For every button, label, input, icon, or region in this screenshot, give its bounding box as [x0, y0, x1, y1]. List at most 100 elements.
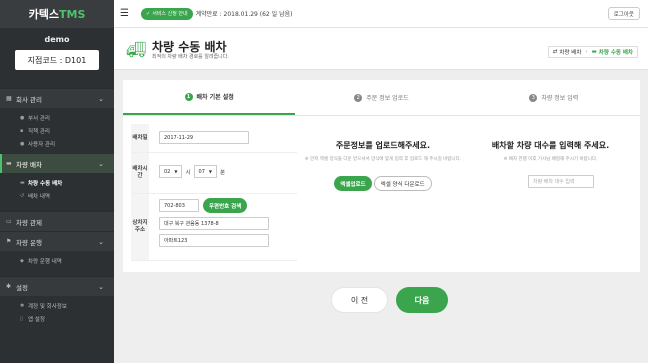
id-card-icon: ▪	[20, 127, 24, 134]
sidebar-item-positions[interactable]: ▪ 직책 관리	[0, 124, 114, 137]
sidebar-item-label: 직책 관리	[28, 128, 50, 135]
page-subtitle: 최적의 차량 배차 경로를 알려줍니다.	[152, 54, 229, 60]
chevron-down-icon: ⌄	[98, 237, 104, 246]
sidebar-item-label: 차량 운행 내역	[28, 258, 62, 265]
logout-button[interactable]: 로그아웃	[607, 7, 640, 20]
top-bar: ☰ ✓ 서비스 신청 안내 계약만료 : 2018.01.29 (62 일 남음…	[114, 0, 648, 28]
date-label: 배차일	[131, 124, 149, 152]
people-icon: ●	[20, 114, 25, 121]
sidebar-section-label: 설정	[16, 283, 28, 292]
user-icon: ●	[20, 140, 25, 147]
sidebar-submenu-dispatch: ▬ 차량 수동 배차 ↺ 배차 내역	[0, 173, 114, 205]
vehicle-note: ※ 배차 진행 이후 기사님 배정해 주시기 바랍니다.	[503, 157, 598, 162]
hour-unit: 시	[185, 169, 191, 176]
sidebar-item-label: 부서 관리	[28, 115, 50, 122]
sidebar-item-app-settings[interactable]: ▯ 앱 설정	[0, 312, 114, 325]
sidebar-item-label: 앱 설정	[28, 316, 45, 323]
minute-select[interactable]: 07 ▼	[193, 165, 217, 178]
sidebar-submenu-settings: ✱ 계정 및 회사정보 ▯ 앱 설정	[0, 296, 114, 328]
gear-icon: ✱	[20, 302, 25, 309]
vehicle-count-input[interactable]: 차량 배차 대수 입력	[528, 175, 594, 188]
user-name: demo	[44, 35, 70, 44]
sidebar-section-settings[interactable]: ✱ 설정 ⌄	[0, 276, 114, 296]
excel-template-download-button[interactable]: 엑셀 양식 다운로드	[373, 176, 432, 191]
address-line1-input[interactable]: 대구 북구 관음동 1378-8	[159, 217, 269, 230]
truck-icon: ▬	[6, 160, 12, 167]
sidebar-item-departments[interactable]: ● 부서 관리	[0, 111, 114, 124]
excel-upload-button[interactable]: 엑셀업로드	[334, 176, 372, 191]
step-tabs: 1 배차 기본 설정 2 주문 정보 업로드 3 차량 정보 입력	[123, 80, 640, 116]
service-badge-label: 서비스 신청 안내	[152, 11, 188, 17]
step-number: 1	[184, 92, 193, 101]
breadcrumb: ⇄ 차량 배차 › ▬ 차량 수동 배차	[547, 46, 638, 58]
truck-icon: ▬	[20, 179, 25, 186]
sidebar-item-label: 계정 및 회사정보	[28, 303, 67, 310]
time-label: 배차시간	[131, 153, 149, 193]
user-panel: demo 지점코드 : D101	[0, 28, 114, 88]
address-row: 상차지주소 702-803 우편번호 검색 대구 북구 관음동 1378-8 아…	[131, 194, 297, 261]
sidebar-section-monitoring[interactable]: ▭ 차량 관제	[0, 211, 114, 231]
prev-button[interactable]: 이 전	[331, 287, 388, 313]
minute-value: 07	[198, 168, 205, 175]
breadcrumb-parent[interactable]: 차량 배차	[559, 48, 581, 56]
truck-icon: ▬	[591, 49, 597, 55]
monitor-icon: ▭	[6, 218, 12, 225]
sidebar-section-label: 차량 배차	[16, 160, 42, 169]
step-number: 2	[354, 93, 363, 102]
address-line2-input[interactable]: 아파트123	[159, 234, 269, 247]
sidebar-item-manual-dispatch[interactable]: ▬ 차량 수동 배차	[0, 176, 114, 189]
branch-code: 지점코드 : D101	[15, 50, 99, 70]
address-label: 상차지주소	[131, 194, 149, 260]
hamburger-menu-icon[interactable]: ☰	[120, 8, 134, 19]
truck-icon: 🚚︎	[126, 40, 147, 59]
hour-value: 02	[164, 168, 171, 175]
upload-heading: 주문정보를 업로드해주세요.	[335, 141, 431, 150]
sidebar: 카텍스 TMS demo 지점코드 : D101 ▦ 회사 관리 ⌄ ● 부서 관리…	[0, 0, 114, 363]
gears-icon: ✱	[6, 283, 12, 290]
exchange-icon: ⇄	[552, 49, 558, 55]
step-order-upload[interactable]: 2 주문 정보 업로드	[295, 80, 467, 115]
sidebar-item-label: 차량 수동 배차	[28, 180, 63, 187]
service-badge[interactable]: ✓ 서비스 신청 안내	[141, 7, 193, 20]
vehicle-count-panel: 배차할 차량 대수를 입력해 주세요. ※ 배차 진행 이후 기사님 배정해 주…	[468, 140, 633, 188]
sidebar-section-label: 차량 관제	[16, 218, 42, 227]
sidebar-submenu-operation: ◆ 차량 운행 내역	[0, 251, 114, 270]
phone-icon: ▯	[20, 315, 23, 322]
sidebar-item-dispatch-history[interactable]: ↺ 배차 내역	[0, 189, 114, 202]
brand-suffix: TMS	[59, 7, 86, 21]
brand-name: 카텍스	[28, 8, 59, 21]
time-row: 배차시간 02 ▼ 시 07 ▼ 분	[131, 153, 297, 194]
check-icon: ✓	[146, 10, 151, 17]
step-label: 차량 정보 입력	[541, 95, 579, 102]
date-input[interactable]: 2017-11-29	[159, 131, 249, 144]
sidebar-item-operation-history[interactable]: ◆ 차량 운행 내역	[0, 254, 114, 267]
order-upload-panel: 주문정보를 업로드해주세요. ※ 먼저 엑셀 양식을 다운 받으셔서 양식에 맞…	[298, 140, 468, 191]
step-basic-settings[interactable]: 1 배차 기본 설정	[123, 80, 296, 115]
sidebar-item-users[interactable]: ● 사용자 관리	[0, 137, 114, 150]
sidebar-section-company[interactable]: ▦ 회사 관리 ⌄	[0, 88, 114, 108]
chevron-down-icon: ⌄	[98, 282, 104, 291]
breadcrumb-current: 차량 수동 배차	[598, 50, 633, 56]
brand-logo[interactable]: 카텍스 TMS	[0, 0, 114, 28]
basic-settings-form: 배차일 2017-11-29 배차시간 02 ▼ 시 07 ▼ 분 상차지주소 70…	[131, 124, 297, 261]
next-button[interactable]: 다음	[396, 287, 448, 313]
upload-note: ※ 먼저 엑셀 양식을 다운 받으셔서 양식에 맞게 입력 후 업로드 해 주시…	[304, 157, 462, 162]
sidebar-item-label: 사용자 관리	[28, 141, 56, 148]
route-icon: ⚑	[6, 238, 12, 245]
step-label: 주문 정보 업로드	[366, 95, 409, 102]
sidebar-section-operation[interactable]: ⚑ 차량 운행 ⌄	[0, 231, 114, 251]
sidebar-section-dispatch[interactable]: ▬ 차량 배차 ⌄	[0, 153, 114, 173]
chevron-down-icon: ⌄	[98, 94, 104, 103]
minute-unit: 분	[219, 169, 226, 176]
zip-search-button[interactable]: 우편번호 검색	[203, 198, 248, 213]
step-vehicle-info[interactable]: 3 차량 정보 입력	[468, 80, 640, 115]
chevron-down-icon: ⌄	[98, 159, 104, 168]
step-number: 3	[529, 93, 538, 102]
hour-select[interactable]: 02 ▼	[159, 165, 183, 178]
caret-down-icon: ▼	[208, 169, 212, 174]
building-icon: ▦	[6, 95, 12, 102]
chevron-right-icon: ›	[585, 49, 588, 55]
sidebar-item-account[interactable]: ✱ 계정 및 회사정보	[0, 299, 114, 312]
sidebar-item-label: 배차 내역	[28, 193, 50, 200]
zip-input[interactable]: 702-803	[159, 199, 199, 212]
